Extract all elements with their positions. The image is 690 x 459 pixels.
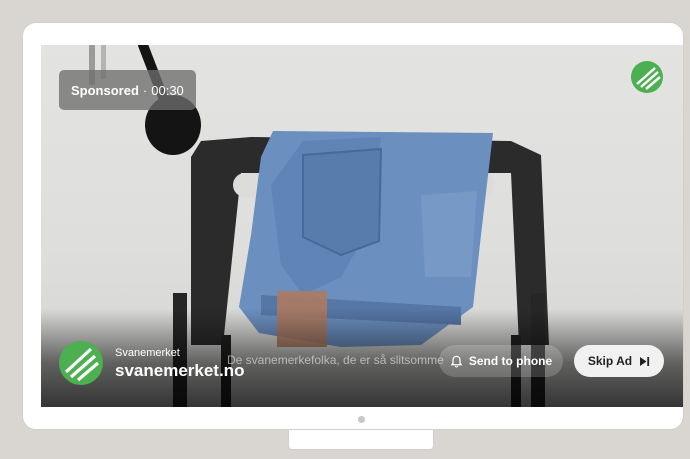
- skip-ad-button[interactable]: Skip Ad: [574, 345, 664, 377]
- tv-power-indicator: [358, 416, 365, 423]
- ad-time-remaining: 00:30: [151, 82, 184, 98]
- send-to-phone-label: Send to phone: [468, 354, 553, 368]
- send-to-phone-button[interactable]: Send to phone: [439, 345, 563, 377]
- advertiser-name: Svanemerket: [115, 347, 180, 359]
- nordic-swan-ecolabel-icon: [631, 61, 663, 93]
- video-player[interactable]: Sponsored · 00:30 Svanemerket svanemerke…: [41, 45, 683, 407]
- ad-caption: De svanemerkefolka, de er så slitsomme: [227, 353, 444, 367]
- skip-ad-label: Skip Ad: [587, 354, 633, 368]
- bell-icon: [450, 355, 463, 368]
- advertiser-domain-link[interactable]: svanemerket.no: [115, 361, 244, 381]
- sponsored-label: Sponsored: [71, 82, 139, 98]
- skip-next-icon: [640, 356, 650, 366]
- advertiser-logo[interactable]: [59, 341, 103, 385]
- sponsored-badge: Sponsored · 00:30: [59, 70, 196, 110]
- badge-separator: ·: [142, 82, 148, 98]
- tv-stand: [288, 430, 434, 450]
